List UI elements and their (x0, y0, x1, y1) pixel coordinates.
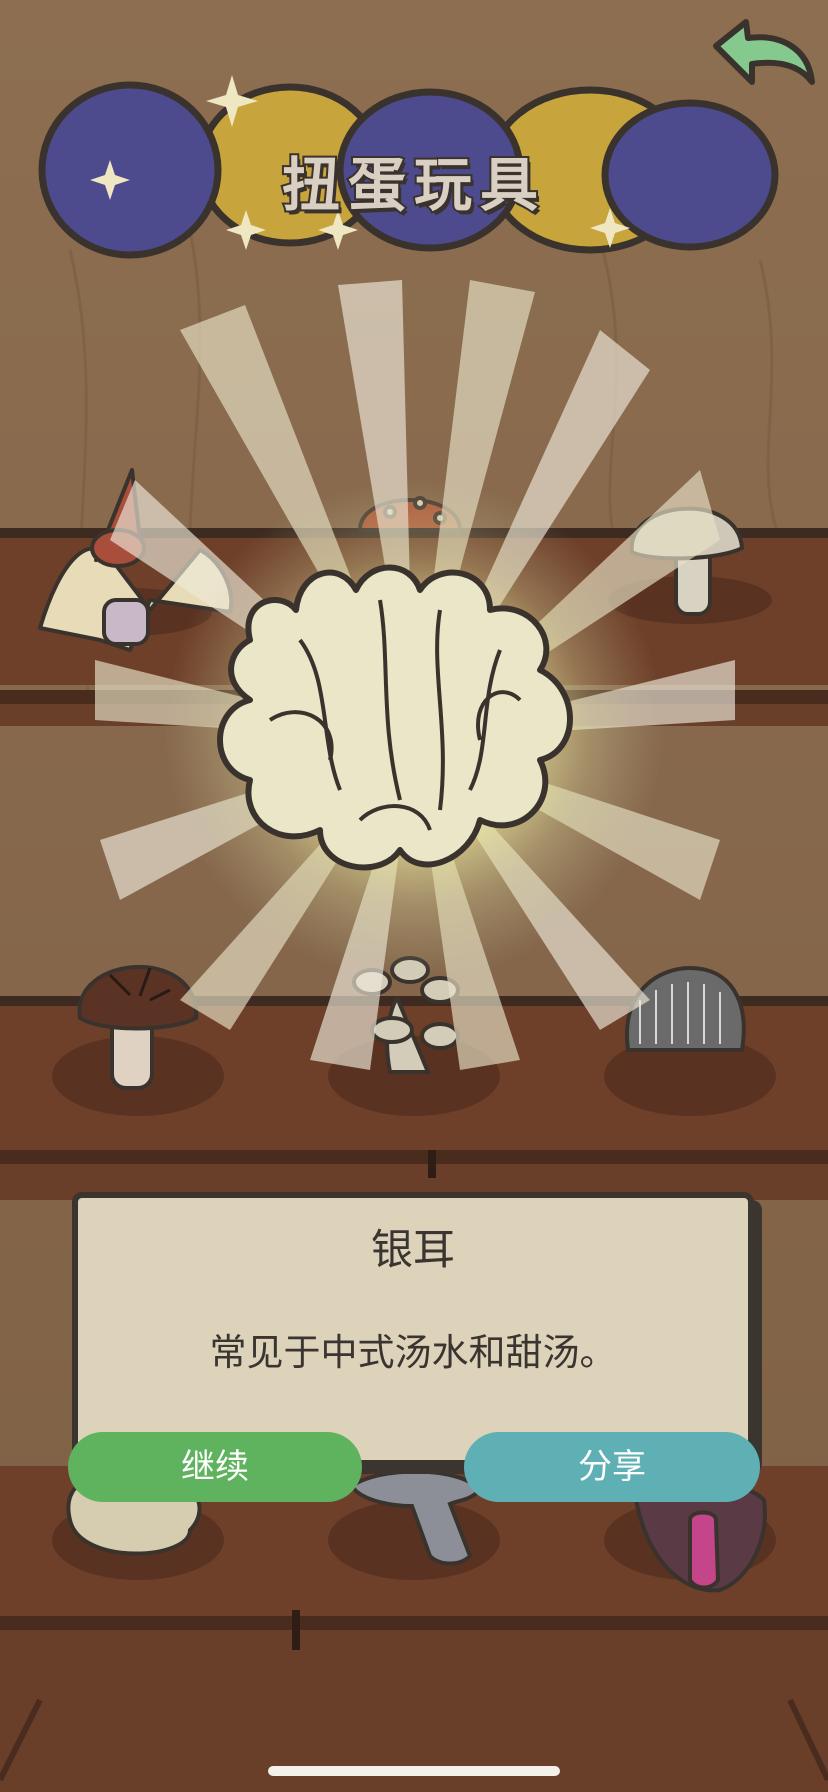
back-arrow-icon (713, 19, 815, 85)
back-button[interactable] (708, 12, 820, 98)
reward-card: 银耳 常见于中式汤水和甜汤。 (72, 1192, 754, 1466)
reward-description: 常见于中式汤水和甜汤。 (209, 1331, 617, 1374)
game-scene (0, 0, 828, 1792)
white-fungus-icon (217, 564, 573, 871)
share-button[interactable]: 分享 (464, 1432, 760, 1502)
home-indicator[interactable] (268, 1766, 560, 1776)
page-title: 扭蛋玩具 (280, 149, 546, 221)
reward-name: 银耳 (370, 1225, 455, 1274)
continue-button[interactable]: 继续 (68, 1432, 362, 1502)
